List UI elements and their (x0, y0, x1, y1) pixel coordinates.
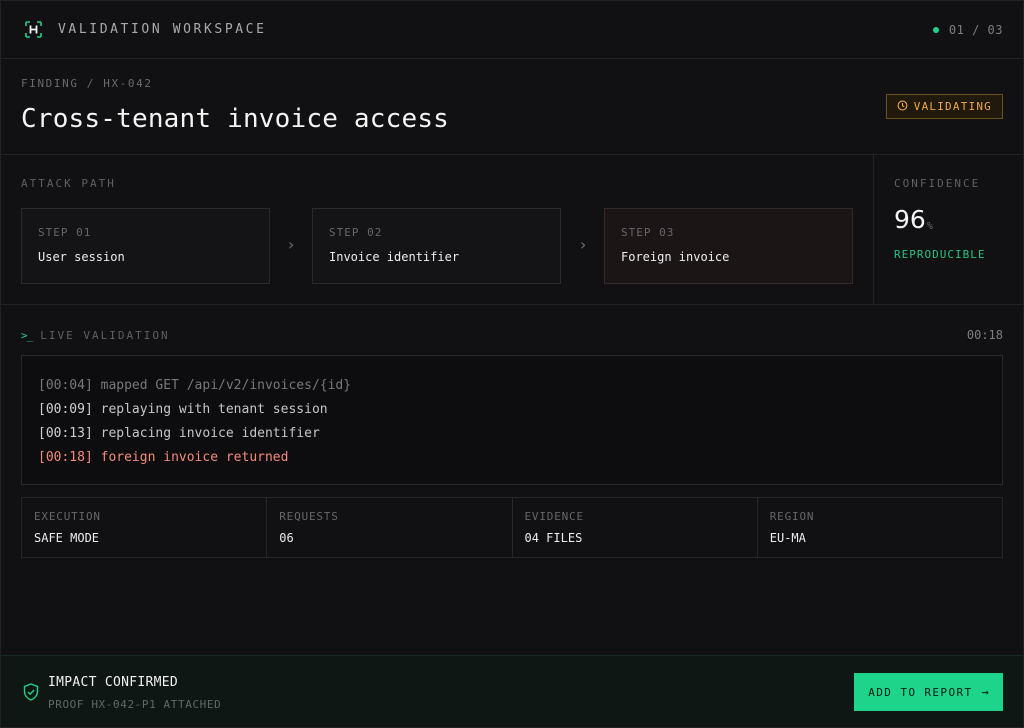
step-label: Invoice identifier (329, 250, 460, 264)
log-message: mapped GET /api/v2/invoices/{id} (92, 378, 352, 393)
attack-path-panel: ATTACK PATH STEP 01 User session › STEP … (1, 155, 874, 305)
step-invoice-identifier[interactable]: STEP 02 Invoice identifier (312, 208, 561, 284)
meta-value: 06 (279, 531, 294, 545)
live-validation-label: LIVE VALIDATION (40, 328, 170, 342)
live-validation-header: >_ LIVE VALIDATION 00:18 (21, 327, 1003, 343)
attack-path-label: ATTACK PATH (21, 177, 116, 190)
add-to-report-label: ADD TO REPORT (868, 685, 973, 699)
meta-key: REGION (769, 510, 815, 523)
app-title: VALIDATION WORKSPACE (58, 22, 267, 37)
step-number: STEP 03 (621, 226, 675, 239)
meta-evidence: EVIDENCE 04 FILES (513, 498, 758, 557)
step-foreign-invoice[interactable]: STEP 03 Foreign invoice (604, 208, 853, 284)
elapsed-time: 00:18 (966, 328, 1003, 342)
app-window: VALIDATION WORKSPACE 01 / 03 FINDING / H… (0, 0, 1024, 728)
meta-key: REQUESTS (279, 510, 339, 523)
pager-count: 01 / 03 (948, 22, 1003, 37)
shield-check-icon (23, 683, 39, 701)
impact-title: IMPACT CONFIRMED (48, 675, 179, 690)
confidence-unit: % (926, 221, 933, 232)
log-line: [00:09] replaying with tenant session (38, 398, 986, 422)
terminal-prompt-icon: >_ (21, 328, 33, 342)
log-timestamp: [00:18] (38, 450, 93, 465)
pager: 01 / 03 (932, 22, 1003, 37)
log-message: replaying with tenant session (92, 402, 328, 417)
step-label: User session (38, 250, 125, 264)
meta-value: SAFE MODE (34, 531, 100, 545)
confidence-state: REPRODUCIBLE (894, 248, 986, 261)
meta-value: EU-MA (769, 531, 806, 545)
log-timestamp: [00:04] (38, 378, 93, 393)
status-badge-label: VALIDATING (913, 100, 992, 113)
chevron-right-icon: › (286, 235, 296, 254)
meta-grid: EXECUTION SAFE MODE REQUESTS 06 EVIDENCE… (21, 497, 1003, 558)
log-message: replacing invoice identifier (92, 426, 320, 441)
confidence-label: CONFIDENCE (894, 177, 981, 190)
step-user-session[interactable]: STEP 01 User session (21, 208, 270, 284)
meta-value: 04 FILES (524, 531, 583, 545)
step-label: Foreign invoice (621, 250, 730, 264)
step-number: STEP 02 (329, 226, 383, 239)
log-timestamp: [00:09] (38, 402, 93, 417)
meta-execution: EXECUTION SAFE MODE (22, 498, 268, 557)
finding-header: FINDING / HX-042 Cross-tenant invoice ac… (1, 59, 1023, 155)
impact-subtitle: PROOF HX-042-P1 ATTACHED (48, 698, 222, 711)
clock-icon (897, 100, 908, 114)
h-logo-icon (25, 21, 42, 38)
chevron-right-icon: › (578, 235, 588, 254)
meta-key: EXECUTION (34, 510, 101, 523)
log-console[interactable]: [00:04] mapped GET /api/v2/invoices/{id}… (21, 355, 1003, 485)
meta-key: EVIDENCE (524, 510, 584, 523)
log-message: foreign invoice returned (92, 450, 289, 465)
page-title: Cross-tenant invoice access (21, 104, 450, 134)
meta-requests: REQUESTS 06 (267, 498, 513, 557)
step-number: STEP 01 (38, 226, 92, 239)
top-bar: VALIDATION WORKSPACE 01 / 03 (1, 1, 1023, 59)
meta-region: REGION EU-MA (758, 498, 1002, 557)
log-timestamp: [00:13] (38, 426, 93, 441)
status-dot (932, 26, 939, 33)
breadcrumb: FINDING / HX-042 (21, 77, 153, 90)
add-to-report-button[interactable]: ADD TO REPORT → (854, 673, 1003, 711)
status-badge: VALIDATING (885, 94, 1003, 119)
log-line: [00:13] replacing invoice identifier (38, 422, 986, 446)
confidence-panel: CONFIDENCE 96 % REPRODUCIBLE (874, 155, 1023, 305)
log-line: [00:04] mapped GET /api/v2/invoices/{id} (38, 374, 986, 398)
log-line-alert: [00:18] foreign invoice returned (38, 446, 986, 470)
arrow-right-icon: → (981, 685, 989, 699)
confidence-value: 96 (894, 205, 926, 234)
impact-footer: IMPACT CONFIRMED PROOF HX-042-P1 ATTACHE… (1, 655, 1023, 727)
